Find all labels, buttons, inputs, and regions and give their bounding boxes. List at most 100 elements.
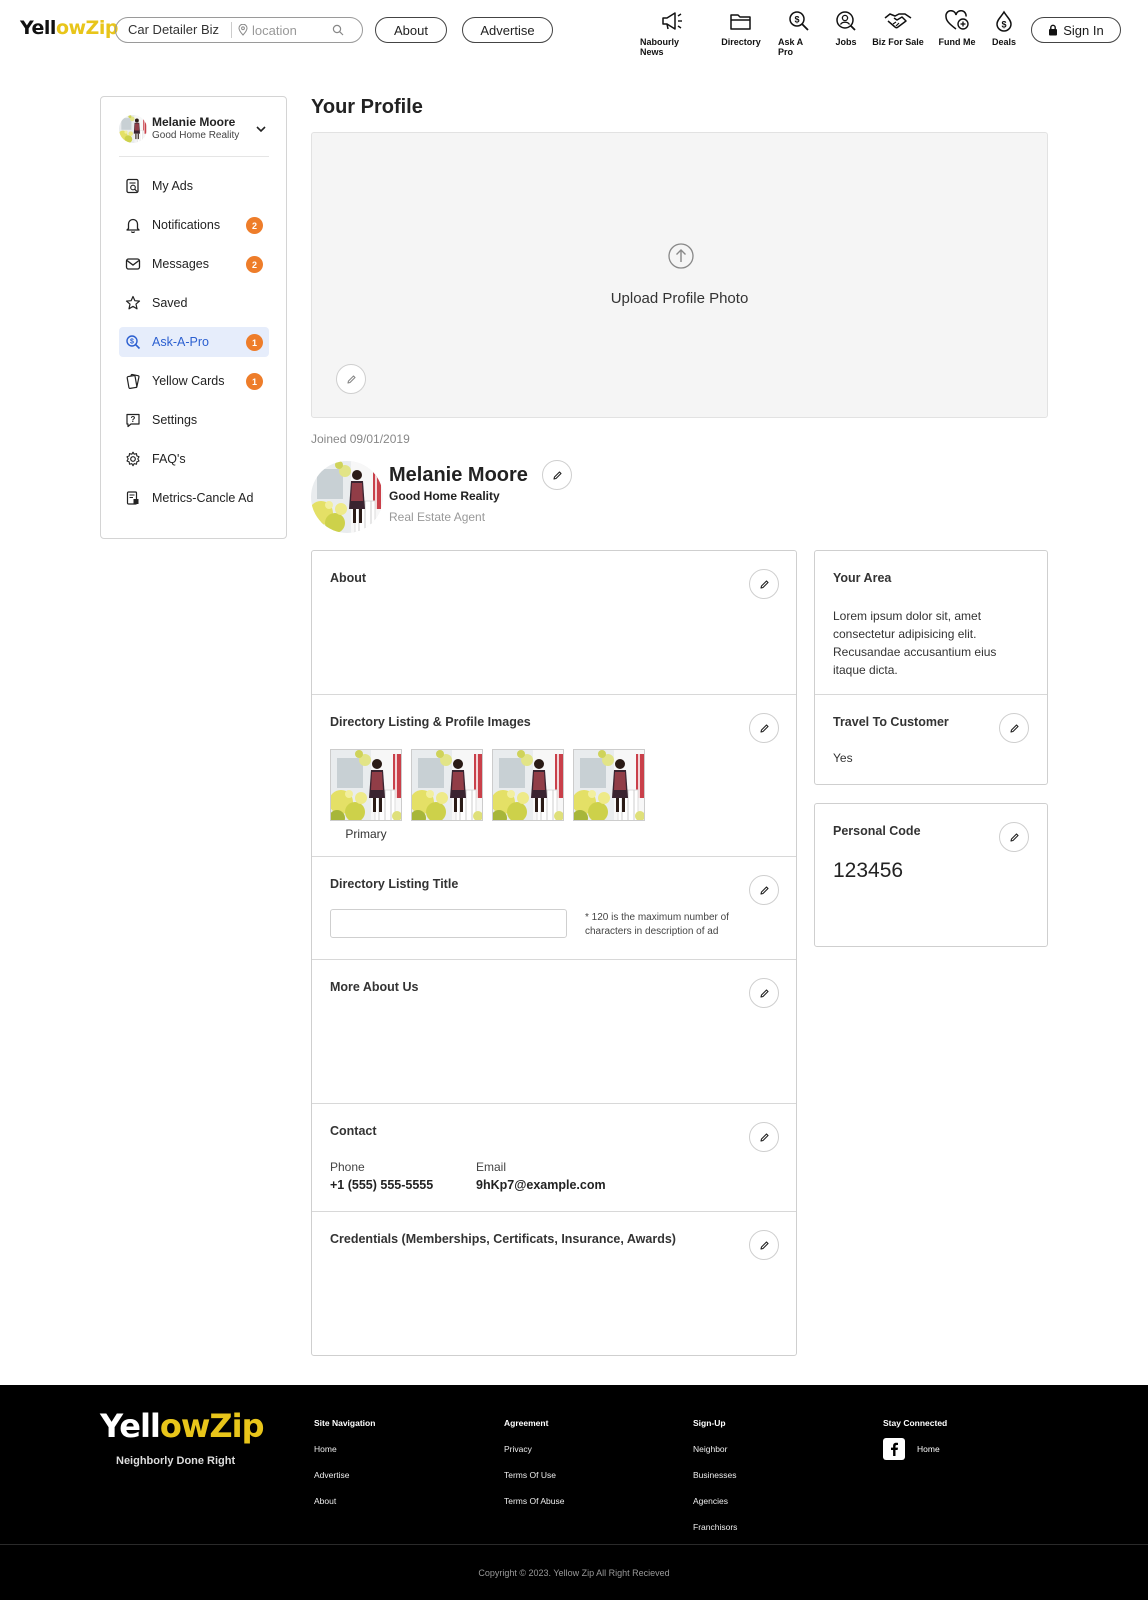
facebook-link-label: Home [917, 1444, 940, 1454]
footer-heading: Sign-Up [693, 1418, 726, 1428]
pencil-icon [759, 988, 769, 998]
listing-image[interactable] [573, 749, 645, 821]
sidebar-item-faqs[interactable]: FAQ's [119, 444, 269, 474]
phone-label: Phone [330, 1160, 365, 1174]
user-search-icon [836, 11, 856, 31]
star-icon [124, 295, 142, 311]
listing-title-section: Directory Listing Title * 120 is the max… [312, 857, 796, 960]
footer-link[interactable]: About [314, 1496, 375, 1506]
email-field: Email 9hKp7@example.com [476, 1160, 606, 1192]
nav-ask-a-pro[interactable]: $ Ask A Pro [778, 10, 820, 57]
profile-photo-upload-area[interactable]: Upload Profile Photo [311, 132, 1048, 418]
bell-icon [124, 217, 142, 233]
images-section: Directory Listing & Profile Images Prima… [312, 695, 796, 857]
footer-link[interactable]: Terms Of Abuse [504, 1496, 564, 1506]
logo-text-part: Yell [100, 1407, 161, 1445]
listing-image[interactable] [411, 749, 483, 821]
footer-link[interactable]: Neighbor [693, 1444, 737, 1454]
account-sidebar: Melanie Moore Good Home Reality My Ads N… [100, 96, 287, 539]
about-button[interactable]: About [375, 17, 447, 43]
footer-logo[interactable]: YellowZip [100, 1407, 265, 1445]
edit-contact-button[interactable] [749, 1122, 779, 1152]
edit-profile-name-button[interactable] [542, 460, 572, 490]
edit-more-about-button[interactable] [749, 978, 779, 1008]
sidebar-item-label: Settings [152, 413, 198, 427]
sidebar-item-my-ads[interactable]: My Ads [119, 171, 269, 201]
footer-link[interactable]: Terms Of Use [504, 1470, 564, 1480]
footer-link[interactable]: Agencies [693, 1496, 737, 1506]
nav-deals[interactable]: $ Deals [990, 10, 1018, 47]
edit-listing-title-button[interactable] [749, 875, 779, 905]
sidebar-item-ask-a-pro[interactable]: $ Ask-A-Pro 1 [119, 327, 269, 357]
sidebar-item-label: Ask-A-Pro [152, 335, 209, 349]
footer-column-agreement: Agreement Privacy Terms Of Use Terms Of … [504, 1418, 564, 1522]
listing-image-primary[interactable] [330, 749, 402, 821]
more-about-section: More About Us [312, 960, 796, 1104]
sidebar-item-yellow-cards[interactable]: Yellow Cards 1 [119, 366, 269, 396]
advertise-button[interactable]: Advertise [462, 17, 553, 43]
dollar-search-icon: $ [124, 334, 142, 350]
footer-link[interactable]: Advertise [314, 1470, 375, 1480]
edit-credentials-button[interactable] [749, 1230, 779, 1260]
account-switcher[interactable]: Melanie Moore Good Home Reality [119, 115, 269, 157]
nav-biz-for-sale[interactable]: Biz For Sale [872, 10, 924, 47]
logo[interactable]: Yell ow Zip [20, 15, 118, 41]
sidebar-item-metrics-cancel-ad[interactable]: Metrics-Cancle Ad [119, 483, 269, 513]
nav-jobs[interactable]: Jobs [834, 10, 858, 47]
top-header: Yell ow Zip Car Detailer Biz location Abou… [0, 0, 1148, 58]
nav-directory[interactable]: Directory [719, 10, 763, 47]
location-pin-icon [238, 24, 248, 36]
sign-in-button[interactable]: Sign In [1031, 17, 1121, 43]
footer-heading: Site Navigation [314, 1418, 376, 1428]
gear-icon [124, 451, 142, 467]
footer-link[interactable]: Privacy [504, 1444, 564, 1454]
more-about-title: More About Us [330, 980, 419, 994]
svg-text:?: ? [131, 415, 136, 424]
sidebar-item-settings[interactable]: ? Settings [119, 405, 269, 435]
logo-text-part: Zip [85, 17, 119, 39]
pencil-icon [759, 579, 769, 589]
email-value[interactable]: 9hKp7@example.com [476, 1178, 606, 1192]
travel-value: Yes [833, 751, 853, 765]
sign-in-label: Sign In [1063, 22, 1104, 38]
lock-icon [1049, 24, 1058, 36]
location-input[interactable]: location [232, 23, 332, 38]
facebook-link[interactable]: Home [883, 1438, 947, 1460]
profile-name: Melanie Moore [389, 464, 528, 486]
chevron-down-icon[interactable] [255, 125, 267, 133]
sidebar-item-label: Messages [152, 257, 209, 271]
sidebar-item-messages[interactable]: Messages 2 [119, 249, 269, 279]
facebook-icon [883, 1438, 905, 1460]
edit-about-button[interactable] [749, 569, 779, 599]
edit-travel-button[interactable] [999, 713, 1029, 743]
search-icon[interactable] [332, 24, 344, 36]
edit-personal-code-button[interactable] [999, 822, 1029, 852]
profile-company: Good Home Reality [389, 489, 500, 503]
footer-link[interactable]: Home [314, 1444, 375, 1454]
images-title: Directory Listing & Profile Images [330, 715, 531, 729]
nav-nabourly-news[interactable]: Nabourly News [640, 10, 704, 57]
heart-plus-icon [945, 10, 969, 30]
profile-role: Real Estate Agent [389, 510, 486, 524]
your-area-section: Your Area Lorem ipsum dolor sit, amet co… [815, 551, 1047, 695]
nav-fund-me[interactable]: Fund Me [938, 10, 976, 47]
credentials-section: Credentials (Memberships, Certificats, I… [312, 1212, 796, 1355]
message-count-badge: 2 [246, 256, 263, 273]
footer-link[interactable]: Franchisors [693, 1522, 737, 1532]
footer-column-sign-up: Sign-Up Neighbor Businesses Agencies Fra… [693, 1418, 737, 1548]
phone-field: Phone +1 (555) 555-5555 [330, 1160, 433, 1192]
edit-cover-button[interactable] [336, 364, 366, 394]
sidebar-item-notifications[interactable]: Notifications 2 [119, 210, 269, 240]
listing-title-input[interactable] [330, 909, 567, 938]
sidebar-item-saved[interactable]: Saved [119, 288, 269, 318]
listing-image[interactable] [492, 749, 564, 821]
footer-tagline: Neighborly Done Right [116, 1455, 236, 1467]
edit-images-button[interactable] [749, 713, 779, 743]
metrics-icon [124, 490, 142, 506]
search-input[interactable]: Car Detailer Biz [116, 22, 232, 38]
listing-title-heading: Directory Listing Title [330, 877, 459, 891]
svg-text:$: $ [1001, 20, 1006, 30]
footer-link[interactable]: Businesses [693, 1470, 737, 1480]
sidebar-item-label: FAQ's [152, 452, 186, 466]
sidebar-item-label: My Ads [152, 179, 193, 193]
